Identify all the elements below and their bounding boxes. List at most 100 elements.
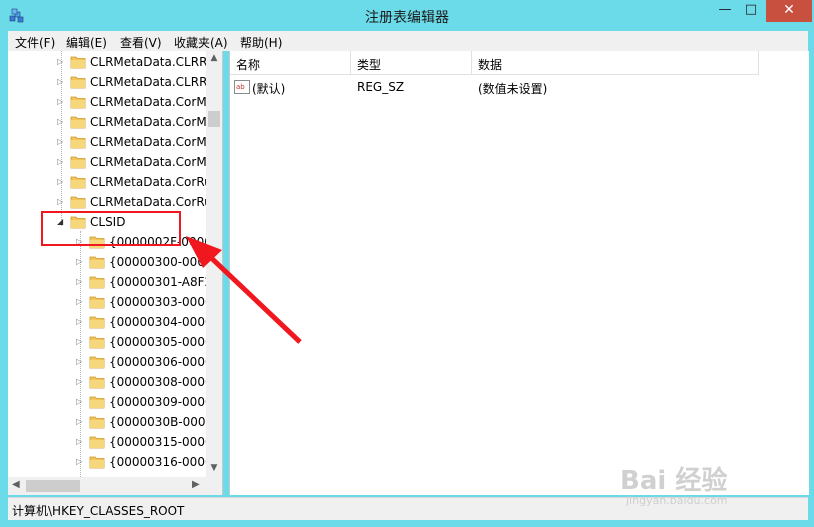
expand-arrow-icon[interactable]: ▷ <box>57 197 65 207</box>
folder-icon <box>89 296 105 309</box>
title-bar: 注册表编辑器 — □ ✕ <box>0 0 814 32</box>
column-header-name[interactable]: 名称 <box>230 51 351 75</box>
folder-icon <box>70 76 86 89</box>
folder-icon <box>89 396 105 409</box>
tree-node[interactable]: ▷ CLRMetaData.CorMetaDataDispenserRuntim… <box>8 152 206 172</box>
tree-node[interactable]: ▷ CLRMetaData.CorMetaDataDispenser.1 <box>8 92 206 112</box>
tree-node-label: {0000030B-0000-0000-C000-000000000046} <box>109 415 206 429</box>
expand-arrow-icon[interactable]: ▷ <box>57 57 65 67</box>
scroll-left-icon[interactable]: ◀ <box>12 479 20 490</box>
menu-view[interactable]: 查看(V) <box>120 34 162 51</box>
annotation-highlight-box <box>41 211 181 246</box>
value-name: (默认) <box>252 82 286 96</box>
folder-icon <box>89 256 105 269</box>
tree-node[interactable]: ▷ CLRMetaData.CorRuntimeHost <box>8 172 206 192</box>
key-tree[interactable]: ▷ CLRMetaData.CLRRuntimeHost.1 ▷ CLRMeta… <box>8 51 223 495</box>
value-data: (数值未设置) <box>478 82 548 96</box>
registry-editor-window: 注册表编辑器 — □ ✕ 文件(F) 编辑(E) 查看(V) 收藏夹(A) 帮助… <box>0 0 814 527</box>
svg-text:ab: ab <box>236 83 245 91</box>
scroll-down-icon[interactable]: ▼ <box>209 463 219 473</box>
close-button[interactable]: ✕ <box>766 0 812 22</box>
tree-node[interactable]: ▷ {00000304-0000-0000-C000-000000000046} <box>8 312 206 332</box>
tree-node[interactable]: ▷ {00000315-0000-0000-C000-000000000046} <box>8 432 206 452</box>
folder-icon <box>89 356 105 369</box>
folder-icon <box>89 416 105 429</box>
value-type: REG_SZ <box>357 80 405 94</box>
tree-node-label: {00000316-0000-0000-C000-000000000046} <box>109 455 206 469</box>
minimize-button[interactable]: — <box>712 0 738 22</box>
tree-node[interactable]: ▷ {00000300-0000-0000-C000-000000000046} <box>8 252 206 272</box>
tree-horizontal-scrollbar[interactable]: ◀ ▶ <box>8 477 222 495</box>
folder-icon <box>89 376 105 389</box>
tree-node-label: {00000305-0000-0000-C000-000000000046} <box>109 335 206 349</box>
expand-arrow-icon[interactable]: ▷ <box>57 97 65 107</box>
expand-arrow-icon[interactable]: ▷ <box>76 417 84 427</box>
expand-arrow-icon[interactable]: ▷ <box>57 117 65 127</box>
baidu-jingyan-watermark: Bai 经验 jingyan.baidu.com <box>620 460 790 520</box>
expand-arrow-icon[interactable]: ▷ <box>76 257 84 267</box>
folder-icon <box>70 56 86 69</box>
folder-icon <box>70 156 86 169</box>
tree-node-label: CLRMetaData.CLRRuntimeHost.1 <box>90 55 206 69</box>
folder-icon <box>89 456 105 469</box>
tree-vertical-scrollbar[interactable]: ▲ ▼ <box>206 51 222 477</box>
folder-icon <box>89 276 105 289</box>
expand-arrow-icon[interactable]: ▷ <box>76 397 84 407</box>
expand-arrow-icon[interactable]: ▷ <box>57 77 65 87</box>
menu-file[interactable]: 文件(F) <box>15 34 55 51</box>
current-key-path: 计算机\HKEY_CLASSES_ROOT <box>12 504 185 518</box>
folder-icon <box>89 436 105 449</box>
menu-edit[interactable]: 编辑(E) <box>66 34 107 51</box>
menu-favorites[interactable]: 收藏夹(A) <box>174 34 228 51</box>
expand-arrow-icon[interactable]: ▷ <box>76 337 84 347</box>
menu-bar: 文件(F) 编辑(E) 查看(V) 收藏夹(A) 帮助(H) <box>8 31 808 51</box>
column-header-type[interactable]: 类型 <box>351 51 472 75</box>
tree-node-label: {00000303-0000-0000-C000-000000000046} <box>109 295 206 309</box>
tree-node[interactable]: ▷ {00000316-0000-0000-C000-000000000046} <box>8 452 206 472</box>
tree-node[interactable]: ▷ {00000303-0000-0000-C000-000000000046} <box>8 292 206 312</box>
tree-node-label: {00000306-0000-0000-C000-000000000046} <box>109 355 206 369</box>
expand-arrow-icon[interactable]: ▷ <box>76 317 84 327</box>
tree-node-label: CLRMetaData.CorRuntimeHost <box>90 175 206 189</box>
tree-node[interactable]: ▷ {00000306-0000-0000-C000-000000000046} <box>8 352 206 372</box>
expand-arrow-icon[interactable]: ▷ <box>76 357 84 367</box>
scroll-thumb[interactable] <box>26 480 80 492</box>
expand-arrow-icon[interactable]: ▷ <box>76 297 84 307</box>
tree-node[interactable]: ▷ {0000030B-0000-0000-C000-000000000046} <box>8 412 206 432</box>
folder-icon <box>70 116 86 129</box>
scroll-up-icon[interactable]: ▲ <box>209 53 219 63</box>
tree-node-label: {00000309-0000-0000-C000-000000000046} <box>109 395 206 409</box>
tree-node[interactable]: ▷ {00000301-A8F2-4877-BA0A-FD2B6645FB94} <box>8 272 206 292</box>
folder-icon <box>70 96 86 109</box>
tree-node[interactable]: ▷ {00000308-0000-0000-C000-000000000046} <box>8 372 206 392</box>
tree-node[interactable]: ▷ {00000305-0000-0000-C000-000000000046} <box>8 332 206 352</box>
expand-arrow-icon[interactable]: ▷ <box>57 137 65 147</box>
tree-node-label: {00000308-0000-0000-C000-000000000046} <box>109 375 206 389</box>
tree-node[interactable]: ▷ CLRMetaData.CLRRuntimeHost.1 <box>8 52 206 72</box>
folder-icon <box>89 336 105 349</box>
tree-node-label: CLRMetaData.CLRRuntimeHost.2 <box>90 75 206 89</box>
folder-icon <box>70 136 86 149</box>
column-header-data[interactable]: 数据 <box>472 51 759 75</box>
expand-arrow-icon[interactable]: ▷ <box>57 177 65 187</box>
tree-node[interactable]: ▷ CLRMetaData.CorMetaDataDispenserRuntim… <box>8 132 206 152</box>
expand-arrow-icon[interactable]: ▷ <box>76 457 84 467</box>
scroll-right-icon[interactable]: ▶ <box>192 479 200 490</box>
tree-node[interactable]: ▷ CLRMetaData.CLRRuntimeHost.2 <box>8 72 206 92</box>
scroll-thumb[interactable] <box>208 111 220 127</box>
window-title: 注册表编辑器 <box>365 10 449 26</box>
tree-node-label: CLRMetaData.CorRuntimeHost.1 <box>90 195 206 209</box>
expand-arrow-icon[interactable]: ▷ <box>76 377 84 387</box>
tree-node[interactable]: ▷ CLRMetaData.CorMetaDataDispenser.2 <box>8 112 206 132</box>
watermark-logo: Bai 经验 <box>620 466 728 496</box>
expand-arrow-icon[interactable]: ▷ <box>57 157 65 167</box>
expand-arrow-icon[interactable]: ▷ <box>76 437 84 447</box>
menu-help[interactable]: 帮助(H) <box>240 34 282 51</box>
expand-arrow-icon[interactable]: ▷ <box>76 277 84 287</box>
tree-node[interactable]: ▷ {00000309-0000-0000-C000-000000000046} <box>8 392 206 412</box>
folder-icon <box>89 316 105 329</box>
tree-node[interactable]: ▷ CLRMetaData.CorRuntimeHost.1 <box>8 192 206 212</box>
value-row[interactable]: ab (默认) REG_SZ (数值未设置) <box>230 77 809 97</box>
value-list[interactable]: 名称 类型 数据 ab (默认) REG_SZ (数值未设置) <box>229 51 809 495</box>
maximize-button[interactable]: □ <box>738 0 764 22</box>
